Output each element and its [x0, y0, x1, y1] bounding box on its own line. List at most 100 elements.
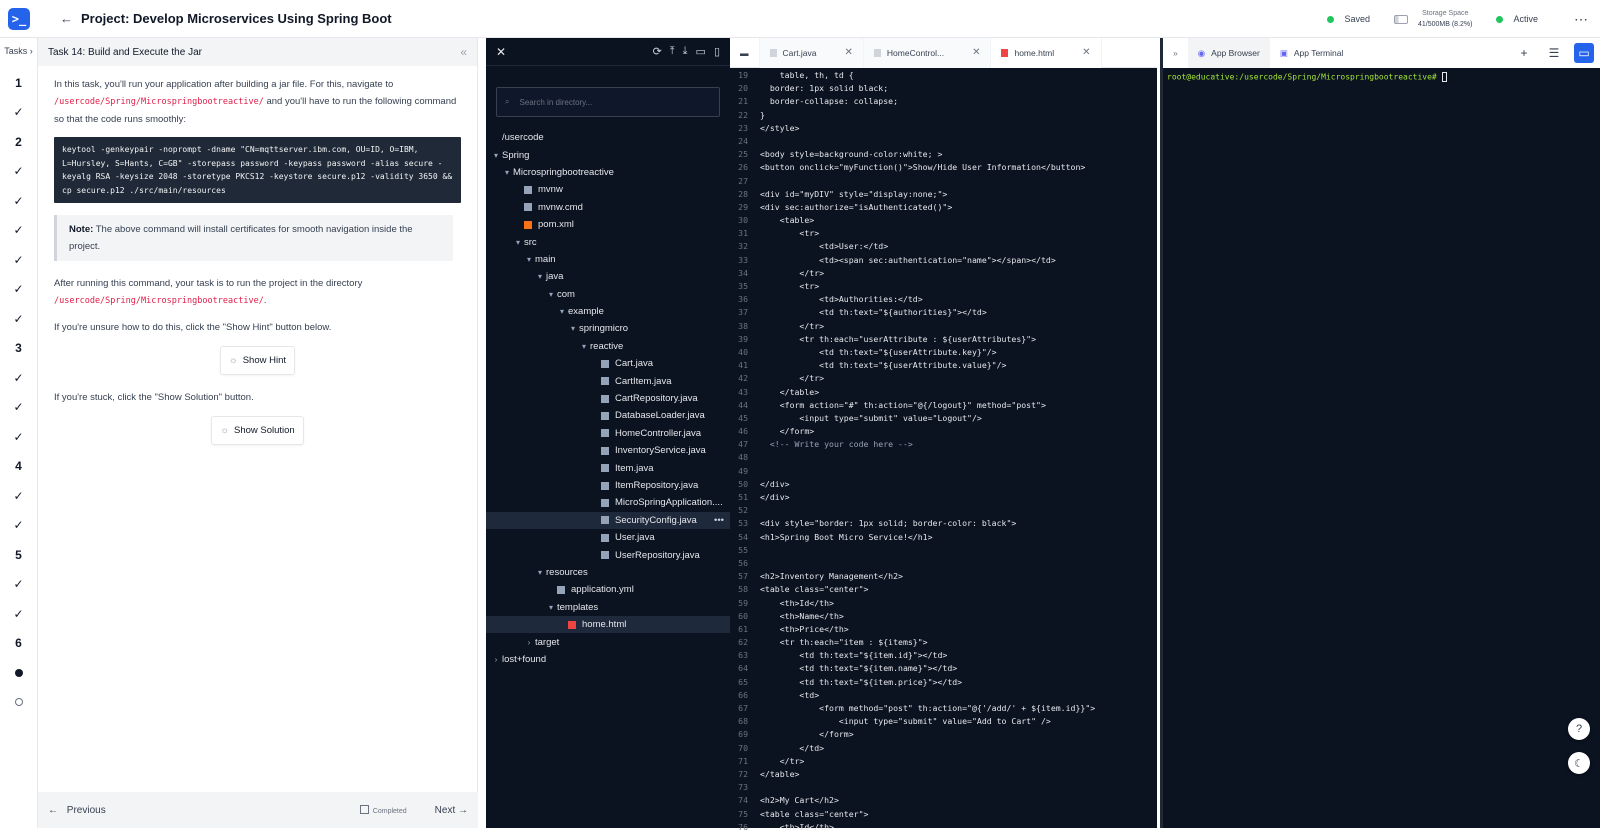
line-number: 43	[738, 386, 748, 397]
rail-item[interactable]: 1	[0, 68, 37, 98]
tree-item[interactable]: ▾ reactive	[486, 338, 730, 355]
completed-checkbox[interactable]: Completed	[359, 805, 407, 816]
rail-item[interactable]: 4	[0, 452, 37, 482]
tasks-header[interactable]: Tasks ›	[0, 38, 37, 68]
rail-item[interactable]: ✓	[0, 98, 37, 128]
rail-item[interactable]: ✓	[0, 393, 37, 423]
rail-item[interactable]: ✓	[0, 481, 37, 511]
new-folder-icon[interactable]: ▭	[696, 45, 706, 58]
code-line: 27	[730, 176, 1157, 189]
previous-button[interactable]: ← Previous	[48, 805, 106, 816]
theme-toggle-icon[interactable]: ☾	[1568, 752, 1590, 774]
active-status[interactable]: Active	[1513, 14, 1538, 24]
tree-item[interactable]: DatabaseLoader.java	[486, 407, 730, 424]
rail-item[interactable]: ✓	[0, 186, 37, 216]
line-text: <div id="myDIV" style="display:none;">	[760, 188, 948, 199]
help-icon[interactable]: ?	[1568, 718, 1590, 740]
add-panel-icon[interactable]: +	[1514, 43, 1534, 63]
rail-item[interactable]: ✓	[0, 245, 37, 275]
tree-item[interactable]: ▾ com	[486, 286, 730, 303]
back-arrow-icon[interactable]: ←	[60, 11, 73, 26]
chevron-icon: ▾	[515, 237, 520, 247]
rail-item[interactable]: ✓	[0, 422, 37, 452]
tree-item[interactable]: home.html	[486, 615, 730, 634]
rail-item[interactable]	[0, 688, 37, 718]
rail-item[interactable]: 3	[0, 334, 37, 364]
tree-item[interactable]: mvnw	[486, 181, 730, 198]
close-explorer-icon[interactable]: ✕	[496, 45, 506, 59]
files-toggle-icon[interactable]: ▬	[730, 37, 760, 68]
layout-icon[interactable]: ▭	[1574, 43, 1594, 63]
tree-item[interactable]: › lost+found	[486, 651, 730, 668]
rail-item[interactable]: 2	[0, 127, 37, 157]
tree-item[interactable]: CartRepository.java	[486, 390, 730, 407]
rail-item[interactable]: ✓	[0, 216, 37, 246]
tree-item[interactable]: ▾ springmicro	[486, 320, 730, 337]
tab-app-browser[interactable]: ◉ App Browser	[1187, 38, 1270, 68]
tree-item[interactable]: ▾ resources	[486, 564, 730, 581]
collapse-right-icon[interactable]: »	[1163, 38, 1188, 68]
more-menu-icon[interactable]: ⋯	[1574, 11, 1588, 28]
close-tab-icon[interactable]: ✕	[1082, 47, 1090, 58]
terminal-output[interactable]: root@educative:/usercode/Spring/Microspr…	[1163, 68, 1600, 86]
rail-item[interactable]: ✓	[0, 570, 37, 600]
tree-item[interactable]: ▾ Microspringbootreactive	[486, 164, 730, 181]
code-line: 40 <td th:text="${userAttribute.key}"/>	[730, 347, 1157, 360]
rail-item[interactable]	[0, 658, 37, 688]
tree-item[interactable]: ItemRepository.java	[486, 477, 730, 494]
rail-item[interactable]: 5	[0, 540, 37, 570]
tree-item[interactable]: /usercode	[486, 129, 730, 146]
upload-icon[interactable]: ⤒	[670, 45, 675, 58]
tree-item[interactable]: ▾ java	[486, 268, 730, 285]
split-view-icon[interactable]: ☰	[1544, 43, 1564, 63]
code-line: 29 <div sec:authorize="isAuthenticated()"…	[730, 202, 1157, 215]
rail-item[interactable]: 6	[0, 629, 37, 659]
code-area[interactable]: 19 table, th, td {20 border: 1px solid b…	[730, 68, 1157, 835]
tab-app-terminal[interactable]: ▣ App Terminal	[1270, 38, 1353, 68]
editor-tab[interactable]: HomeControl... ✕	[863, 37, 992, 68]
rail-item[interactable]: ✓	[0, 157, 37, 187]
rail-item[interactable]: ✓	[0, 511, 37, 541]
editor-tab[interactable]: home.html ✕	[991, 37, 1102, 68]
rail-item[interactable]: ✓	[0, 275, 37, 305]
close-tab-icon[interactable]: ✕	[845, 47, 853, 58]
download-icon[interactable]: ⤓	[683, 45, 688, 58]
tree-item[interactable]: User.java	[486, 529, 730, 546]
refresh-icon[interactable]: ⟳	[653, 45, 662, 58]
rail-item[interactable]: ✓	[0, 363, 37, 393]
close-tab-icon[interactable]: ✕	[972, 47, 980, 58]
tree-item[interactable]: ▾ main	[486, 251, 730, 268]
tree-item[interactable]: SecurityConfig.java •••	[486, 511, 730, 529]
new-file-icon[interactable]: ▯	[714, 45, 720, 58]
tree-item[interactable]: ▾ src	[486, 233, 730, 250]
tree-item[interactable]: ▾ Spring	[486, 146, 730, 163]
tree-item[interactable]: Item.java	[486, 459, 730, 476]
rail-item[interactable]: ✓	[0, 304, 37, 334]
tree-item[interactable]: InventoryService.java	[486, 442, 730, 459]
tree-item[interactable]: UserRepository.java	[486, 546, 730, 563]
next-button[interactable]: Next →	[435, 805, 468, 816]
tree-item[interactable]: CartItem.java	[486, 372, 730, 389]
file-icon	[601, 359, 609, 368]
more-options-icon[interactable]: •••	[714, 515, 724, 526]
show-hint-button[interactable]: ☼ Show Hint	[219, 346, 296, 375]
file-icon	[601, 394, 609, 403]
show-solution-button[interactable]: ☼ Show Solution	[211, 416, 304, 445]
command-code-block[interactable]: keytool -genkeypair -noprompt -dname "CN…	[54, 137, 461, 203]
tree-item[interactable]: mvnw.cmd	[486, 199, 730, 216]
code-line: 31 <tr>	[730, 228, 1157, 241]
rail-item[interactable]: ✓	[0, 599, 37, 629]
tree-item[interactable]: ▾ templates	[486, 599, 730, 616]
tree-item[interactable]: Cart.java	[486, 355, 730, 372]
directory-search-input[interactable]: ⌕ Search in directory...	[496, 87, 720, 117]
tree-item[interactable]: ▾ example	[486, 303, 730, 320]
tree-item[interactable]: HomeController.java	[486, 425, 730, 442]
tree-item[interactable]: application.yml	[486, 581, 730, 598]
editor-tab[interactable]: Cart.java ✕	[759, 37, 864, 68]
tree-item[interactable]: › target	[486, 633, 730, 650]
tree-item[interactable]: pom.xml	[486, 216, 730, 233]
tree-item[interactable]: MicroSpringApplication....	[486, 494, 730, 511]
collapse-panel-icon[interactable]: «	[460, 45, 467, 59]
app-logo-icon[interactable]: >_	[8, 7, 30, 30]
code-line: 21 border-collapse: collapse;	[730, 96, 1157, 109]
